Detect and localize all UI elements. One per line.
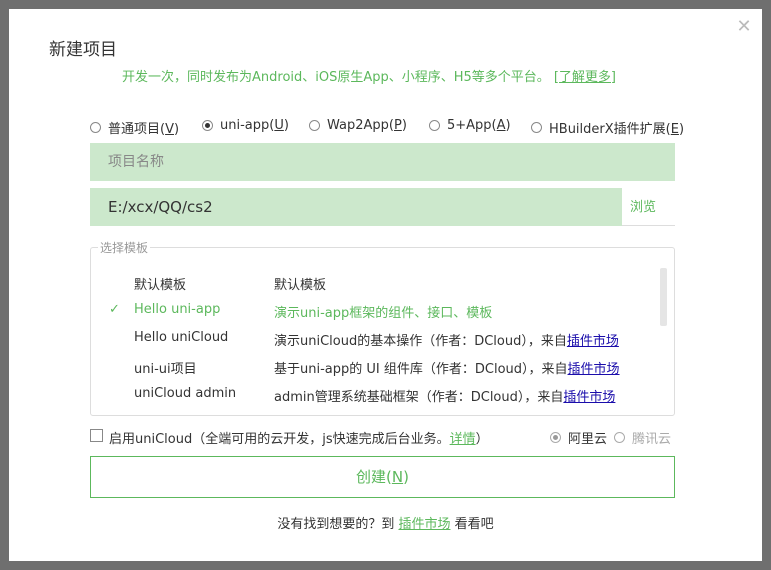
new-project-dialog: ✕ 新建项目 开发一次，同时发布为Android、iOS原生App、小程序、H5…	[9, 9, 762, 561]
template-desc: 演示uni-app框架的组件、接口、模板	[274, 306, 493, 321]
radio-icon[interactable]	[614, 432, 625, 443]
template-item-default[interactable]: 默认模板 默认模板	[91, 268, 651, 296]
provider-label: 腾讯云	[632, 432, 672, 447]
type-radio-uniapp[interactable]: uni-app(U)	[202, 118, 289, 133]
plugin-market-link[interactable]: 插件市场	[563, 390, 615, 405]
unicloud-label: 启用uniCloud（全端可用的云开发，js快速完成后台业务。详情）	[109, 432, 489, 447]
template-desc: 基于uni-app的 UI 组件库（作者：DCloud），来自插件市场	[274, 362, 620, 377]
type-label: uni-app(U)	[220, 118, 289, 133]
footer-plugin-market-link[interactable]: 插件市场	[398, 517, 450, 532]
unicloud-row: 启用uniCloud（全端可用的云开发，js快速完成后台业务。详情） 阿里云 腾…	[90, 428, 675, 447]
unicloud-detail-link[interactable]: 详情	[450, 432, 476, 447]
provider-radio-aliyun[interactable]: 阿里云	[550, 428, 607, 447]
template-name: uniCloud admin	[134, 386, 237, 401]
provider-radio-tencent[interactable]: 腾讯云	[614, 428, 671, 447]
template-group: 选择模板 默认模板 默认模板 ✓ Hello uni-app 演示uni-app…	[90, 239, 675, 416]
template-group-legend: 选择模板	[98, 239, 151, 256]
template-item-hello-unicloud[interactable]: Hello uniCloud 演示uniCloud的基本操作（作者：DCloud…	[91, 324, 651, 352]
learn-more-link[interactable]: [了解更多]	[554, 70, 616, 85]
dialog-subtitle: 开发一次，同时发布为Android、iOS原生App、小程序、H5等多个平台。 […	[122, 66, 616, 85]
radio-icon[interactable]	[429, 120, 440, 131]
type-radio-hbuilderx-plugin[interactable]: HBuilderX插件扩展(E)	[531, 118, 684, 137]
template-item-unicloud-admin[interactable]: uniCloud admin admin管理系统基础框架（作者：DCloud），…	[91, 380, 651, 408]
radio-icon[interactable]	[309, 120, 320, 131]
type-radio-wap2app[interactable]: Wap2App(P)	[309, 118, 407, 133]
type-label: 5+App(A)	[447, 118, 511, 133]
type-radio-normal[interactable]: 普通项目(V)	[90, 118, 179, 137]
create-button[interactable]: 创建(N)	[90, 456, 675, 498]
type-label: HBuilderX插件扩展(E)	[549, 122, 685, 137]
template-desc: 默认模板	[274, 278, 327, 293]
template-item-uni-ui[interactable]: uni-ui项目 基于uni-app的 UI 组件库（作者：DCloud），来自…	[91, 352, 651, 380]
radio-selected-icon[interactable]	[550, 432, 561, 443]
type-label: 普通项目(V)	[108, 122, 180, 137]
template-name: uni-ui项目	[134, 362, 197, 377]
close-icon[interactable]: ✕	[736, 18, 752, 36]
radio-selected-icon[interactable]	[202, 120, 213, 131]
template-name: Hello uni-app	[134, 302, 221, 317]
type-label: Wap2App(P)	[327, 118, 407, 133]
radio-icon[interactable]	[531, 122, 542, 133]
project-path-input[interactable]	[90, 188, 622, 226]
subtitle-text: 开发一次，同时发布为Android、iOS原生App、小程序、H5等多个平台。	[122, 70, 550, 85]
radio-icon[interactable]	[90, 122, 101, 133]
project-name-input[interactable]	[90, 143, 675, 181]
template-item-hello-uniapp[interactable]: ✓ Hello uni-app 演示uni-app框架的组件、接口、模板	[91, 296, 651, 324]
provider-label: 阿里云	[568, 432, 608, 447]
check-icon: ✓	[109, 302, 120, 317]
plugin-market-link[interactable]: 插件市场	[568, 362, 620, 377]
template-name: Hello uniCloud	[134, 330, 229, 345]
type-radio-5plusapp[interactable]: 5+App(A)	[429, 118, 511, 133]
browse-button[interactable]: 浏览	[622, 188, 675, 226]
template-name: 默认模板	[134, 278, 187, 293]
plugin-market-link[interactable]: 插件市场	[567, 334, 619, 349]
template-desc: admin管理系统基础框架（作者：DCloud），来自插件市场	[274, 390, 616, 405]
dialog-title: 新建项目	[49, 40, 117, 60]
template-desc: 演示uniCloud的基本操作（作者：DCloud），来自插件市场	[274, 334, 619, 349]
unicloud-checkbox[interactable]	[90, 429, 103, 442]
footer-hint: 没有找到想要的？到 插件市场 看看吧	[277, 517, 494, 532]
template-scrollbar[interactable]	[660, 268, 667, 326]
